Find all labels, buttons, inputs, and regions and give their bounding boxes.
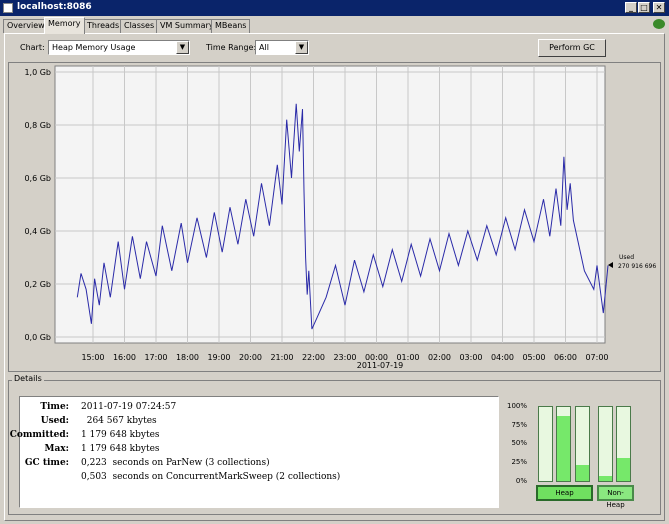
nonheap-meter-code-cache[interactable] [598,406,613,482]
x-axis-date-label: 2011-07-19 [357,361,404,370]
plot-area [54,65,606,344]
y-tick-label: 0,0 Gb [24,333,51,342]
used-marker-icon [608,262,613,268]
detail-row: Max: 1 179 648 kbytes [20,444,490,458]
x-tick-label: 19:00 [207,353,230,362]
nonheap-meter-button[interactable]: Non-Heap [597,485,634,509]
meter-fill [557,415,570,481]
detail-key: Used: [40,416,69,426]
meter-tick-label: 25% [511,458,527,466]
heap-meter-old-gen[interactable] [575,406,590,482]
detail-key: Committed: [9,430,69,440]
meter-tick-label: 75% [511,421,527,429]
detail-value: 0,503 seconds on ConcurrentMarkSweep (2 … [81,472,341,482]
x-tick-label: 02:00 [428,353,451,362]
meter-fill [617,458,630,481]
x-axis: 15:00 16:00 17:00 18:00 19:00 20:00 21:00 22:00… [81,353,608,362]
heap-meter-eden[interactable] [538,406,553,482]
x-tick-label: 03:00 [459,353,482,362]
detail-key: GC time: [24,458,69,468]
x-tick-label: 06:00 [554,353,577,362]
meter-tick-label: 50% [511,439,527,447]
detail-value: 2011-07-19 07:24:57 [81,402,177,412]
meter-fill [599,475,612,481]
detail-value: 1 179 648 kbytes [81,444,160,454]
y-tick-label: 0,8 Gb [24,121,51,130]
x-tick-label: 18:00 [176,353,199,362]
y-tick-label: 1,0 Gb [24,68,51,77]
x-tick-label: 15:00 [81,353,104,362]
details-text-area: Time: 2011-07-19 07:24:57 Used: 264 567 k… [10,396,499,508]
detail-row: 0,503 seconds on ConcurrentMarkSweep (2 … [20,472,490,486]
meter-tick-label: 100% [506,402,527,410]
detail-row: Time: 2011-07-19 07:24:57 [20,402,490,416]
y-tick-label: 0,2 Gb [24,280,51,289]
detail-row: Used: 264 567 kbytes [20,416,490,430]
x-tick-label: 17:00 [144,353,167,362]
detail-key: Max: [44,444,69,454]
x-tick-label: 16:00 [113,353,136,362]
x-tick-label: 21:00 [270,353,293,362]
y-axis: 1,0 Gb 0,8 Gb 0,6 Gb 0,4 Gb 0,2 Gb 0,0 Gb [24,68,51,342]
used-label-title: Used [619,254,634,261]
x-tick-label: 22:00 [302,353,325,362]
detail-key: Time: [40,402,69,412]
used-label-value: 270 916 696 [618,263,656,270]
heap-meter-button[interactable]: Heap [536,485,593,501]
details-title: Details [12,374,44,383]
detail-value: 0,223 seconds on ParNew (3 collections) [81,458,270,468]
detail-row: Committed: 1 179 648 kbytes [10,430,490,444]
heap-meter-survivor[interactable] [556,406,571,482]
nonheap-meter-perm-gen[interactable] [616,406,631,482]
x-tick-label: 04:00 [491,353,514,362]
tab-memory[interactable]: Memory [44,17,85,34]
y-tick-label: 0,6 Gb [24,174,51,183]
y-tick-label: 0,4 Gb [24,227,51,236]
meter-tick-label: 0% [515,477,527,485]
x-tick-label: 23:00 [333,353,356,362]
detail-row: GC time: 0,223 seconds on ParNew (3 colle… [20,458,490,472]
meter-fill [576,464,589,481]
x-tick-label: 20:00 [239,353,262,362]
x-tick-label: 05:00 [522,353,545,362]
detail-value: 264 567 kbytes [81,416,157,426]
x-tick-label: 07:00 [585,353,608,362]
detail-value: 1 179 648 kbytes [81,430,160,440]
